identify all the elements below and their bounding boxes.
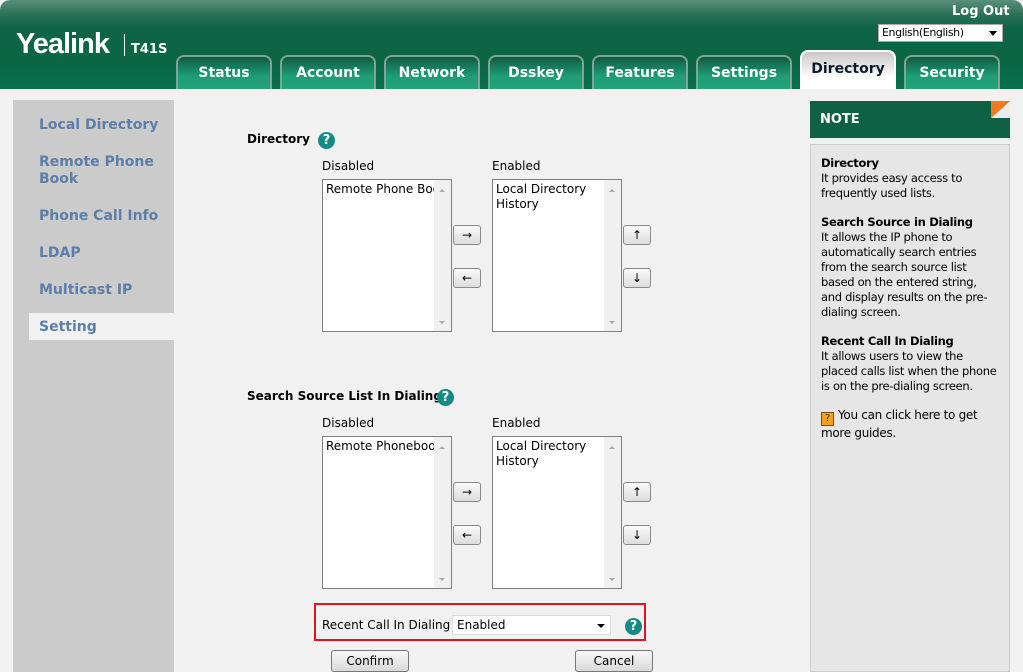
sidebar-item-remote-phone-book[interactable]: Remote Phone Book [39,154,169,188]
search-disabled-list[interactable]: Remote Phonebook [322,436,452,589]
note-corner-icon [991,101,1010,118]
note-heading: Directory [821,156,879,170]
sidebar-item-ldap[interactable]: LDAP [39,245,169,262]
recent-call-value: Enabled [457,618,506,632]
list-item[interactable]: Remote Phone Book [326,182,436,197]
scrollbar[interactable] [604,180,621,331]
sidebar-item-phone-call-info[interactable]: Phone Call Info [39,208,169,225]
search-enabled-label: Enabled [492,416,541,430]
tab-status[interactable]: Status [176,55,272,89]
sidebar-item-local-directory[interactable]: Local Directory [39,117,169,134]
move-left-button[interactable]: ← [453,268,481,288]
search-source-title: Search Source List In Dialing [247,389,442,403]
note-heading: Recent Call In Dialing [821,334,954,348]
chevron-down-icon [597,624,605,632]
yealink-logo: Yealink [16,28,110,60]
model-label: T41S [131,42,168,57]
move-down-button[interactable]: ↓ [623,268,651,288]
directory-title: Directory [247,132,310,146]
move-right-button[interactable]: → [453,482,481,502]
cancel-button[interactable]: Cancel [575,650,653,672]
recent-call-label: Recent Call In Dialing [322,618,451,632]
list-item[interactable]: Remote Phonebook [326,439,436,454]
directory-disabled-list[interactable]: Remote Phone Book [322,179,452,332]
directory-enabled-list[interactable]: Local Directory History [492,179,622,332]
tab-directory[interactable]: Directory [800,50,896,89]
tab-dsskey[interactable]: Dsskey [488,55,584,89]
move-left-button[interactable]: ← [453,525,481,545]
list-item[interactable]: Local Directory [496,439,606,454]
search-disabled-label: Disabled [322,416,375,430]
help-icon[interactable]: ? [625,618,642,635]
sidebar-item-multicast-ip[interactable]: Multicast IP [39,282,169,299]
recent-call-select[interactable]: Enabled [452,615,611,635]
language-select[interactable]: English(English) [878,24,1003,42]
note-heading: Search Source in Dialing [821,215,973,229]
chevron-down-icon [989,31,997,40]
tab-features[interactable]: Features [592,55,688,89]
move-up-button[interactable]: ↑ [623,225,651,245]
search-enabled-list[interactable]: Local Directory History [492,436,622,589]
logout-link[interactable]: Log Out [952,4,1010,19]
tab-security[interactable]: Security [904,55,1000,89]
tab-settings[interactable]: Settings [696,55,792,89]
help-icon[interactable]: ? [318,132,335,149]
directory-disabled-label: Disabled [322,159,375,173]
note-text: It provides easy access to frequently us… [821,171,963,200]
move-up-button[interactable]: ↑ [623,482,651,502]
tab-account[interactable]: Account [280,55,376,89]
directory-enabled-label: Enabled [492,159,541,173]
move-down-button[interactable]: ↓ [623,525,651,545]
guide-icon[interactable]: ? [821,412,834,426]
scrollbar[interactable] [434,437,451,588]
note-body: Directory It provides easy access to freq… [810,144,1010,672]
logo-divider [124,34,125,56]
language-value: English(English) [882,26,964,39]
note-text: It allows the IP phone to automatically … [821,230,988,319]
guide-link[interactable]: You can click here to get more guides. [821,408,978,440]
sidebar-item-setting[interactable]: Setting [39,319,169,336]
tab-network[interactable]: Network [384,55,480,89]
list-item[interactable]: History [496,197,606,212]
list-item[interactable]: Local Directory [496,182,606,197]
scrollbar[interactable] [604,437,621,588]
move-right-button[interactable]: → [453,225,481,245]
help-icon[interactable]: ? [437,389,454,406]
note-text: It allows users to view the placed calls… [821,349,997,393]
list-item[interactable]: History [496,454,606,469]
note-header: NOTE [810,101,1010,138]
confirm-button[interactable]: Confirm [331,650,409,672]
scrollbar[interactable] [434,180,451,331]
